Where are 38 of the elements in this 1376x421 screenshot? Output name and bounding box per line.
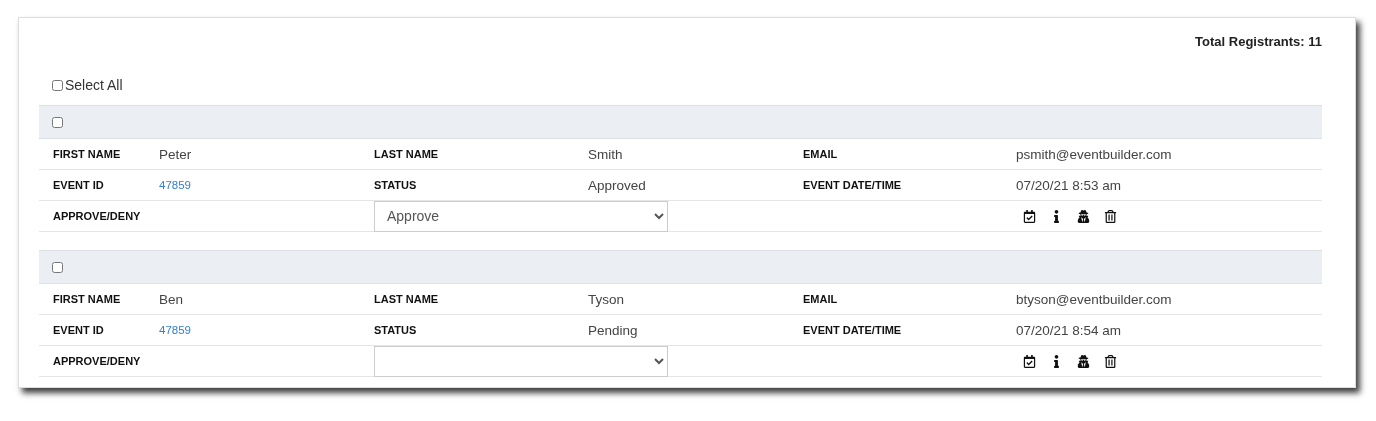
row-checkbox[interactable] [52, 261, 63, 273]
calendar-check-icon[interactable] [1023, 209, 1036, 223]
field-label: EVENT DATE/TIME [803, 324, 902, 336]
email: psmith@eventbuilder.com [1016, 146, 1172, 162]
field-label: FIRST NAME [53, 148, 121, 160]
field-label: LAST NAME [374, 293, 439, 305]
field-label: EVENT DATE/TIME [803, 179, 902, 191]
last-name: Tyson [588, 291, 625, 307]
event-date-time: 07/20/21 8:53 am [1016, 177, 1122, 193]
field-label: STATUS [374, 179, 417, 191]
field-label: APPROVE/DENY [53, 210, 141, 222]
field-label: EMAIL [803, 293, 838, 305]
field-label: EVENT ID [53, 179, 104, 191]
field-label: FIRST NAME [53, 293, 121, 305]
first-name: Ben [159, 291, 184, 307]
first-name: Peter [159, 146, 192, 162]
status: Pending [588, 322, 638, 338]
select-all-checkbox[interactable] [52, 79, 63, 91]
status: Approved [588, 177, 646, 193]
trash-icon[interactable] [1104, 354, 1117, 368]
field-label: APPROVE/DENY [53, 355, 141, 367]
calendar-check-icon[interactable] [1023, 354, 1036, 368]
spy-icon[interactable] [1077, 354, 1090, 368]
approve-deny-select[interactable]: Approve [374, 200, 668, 232]
field-label: STATUS [374, 324, 417, 336]
row-checkbox[interactable] [52, 116, 63, 128]
select-all-label: Select All [65, 77, 123, 93]
total-registrants: Total Registrants: 11 [1195, 34, 1322, 51]
event-date-time: 07/20/21 8:54 am [1016, 322, 1122, 338]
field-label: EVENT ID [53, 324, 104, 336]
trash-icon[interactable] [1104, 209, 1117, 223]
field-label: LAST NAME [374, 148, 439, 160]
event-id-link[interactable]: 47859 [159, 179, 191, 191]
field-label: EMAIL [803, 148, 838, 160]
spy-icon[interactable] [1077, 209, 1090, 223]
email: btyson@eventbuilder.com [1016, 291, 1172, 307]
last-name: Smith [588, 146, 623, 162]
event-id-link[interactable]: 47859 [159, 324, 191, 336]
